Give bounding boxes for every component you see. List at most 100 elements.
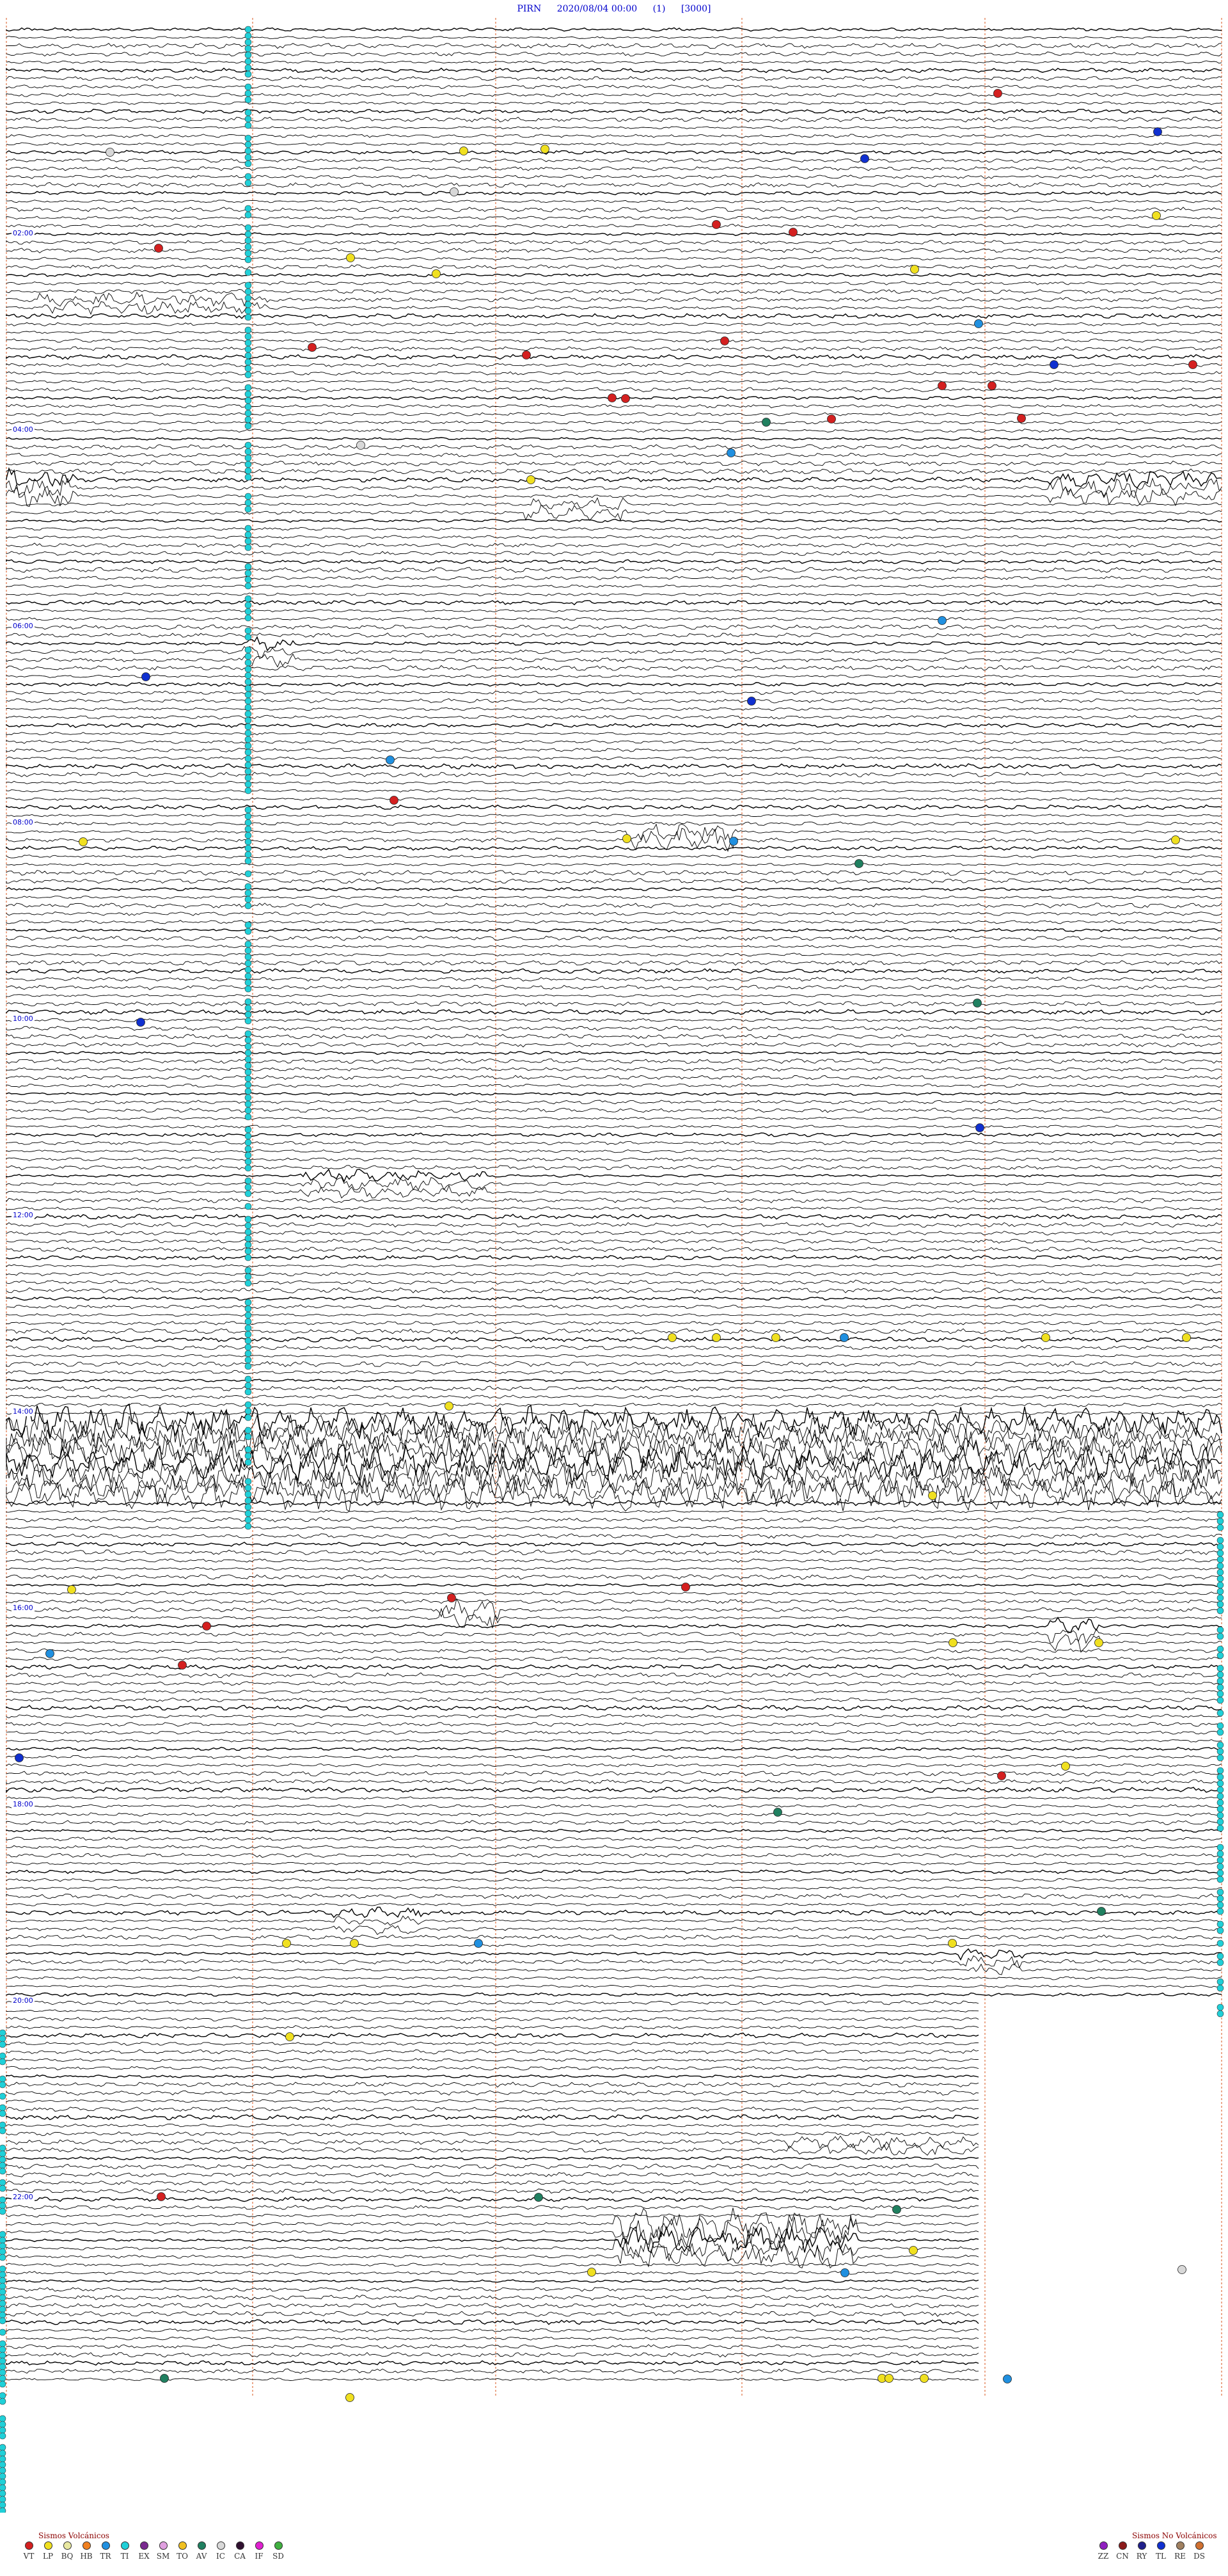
- event-marker[interactable]: [202, 1622, 211, 1631]
- event-marker[interactable]: [727, 448, 736, 457]
- time-mark: [244, 1036, 252, 1044]
- event-marker[interactable]: [993, 89, 1002, 98]
- event-marker[interactable]: [79, 837, 88, 846]
- event-marker[interactable]: [948, 1939, 957, 1948]
- event-marker[interactable]: [1152, 211, 1161, 220]
- event-marker[interactable]: [773, 1808, 782, 1817]
- event-marker[interactable]: [350, 1939, 359, 1948]
- seismic-trace: [6, 2208, 979, 2240]
- event-marker[interactable]: [526, 475, 535, 484]
- event-marker[interactable]: [973, 999, 982, 1007]
- time-mark: [0, 2236, 6, 2244]
- event-marker[interactable]: [712, 1333, 721, 1342]
- event-marker[interactable]: [1177, 2265, 1186, 2274]
- event-marker[interactable]: [920, 2374, 929, 2383]
- event-marker[interactable]: [720, 336, 729, 345]
- time-mark: [0, 2110, 6, 2117]
- event-marker[interactable]: [447, 1593, 456, 1602]
- event-marker[interactable]: [445, 1402, 453, 1410]
- event-marker[interactable]: [729, 837, 738, 846]
- event-marker[interactable]: [840, 2268, 849, 2277]
- event-marker[interactable]: [860, 154, 869, 163]
- event-marker[interactable]: [668, 1333, 677, 1342]
- seismic-trace: [6, 896, 1222, 899]
- event-marker[interactable]: [1094, 1638, 1103, 1647]
- event-marker[interactable]: [136, 1018, 145, 1027]
- event-marker[interactable]: [356, 441, 365, 450]
- event-marker[interactable]: [928, 1491, 937, 1500]
- event-marker[interactable]: [1171, 835, 1180, 844]
- time-mark: [244, 1055, 252, 1063]
- event-marker[interactable]: [854, 859, 863, 868]
- seismic-trace: [6, 412, 1222, 416]
- event-marker[interactable]: [450, 187, 459, 196]
- event-marker[interactable]: [346, 253, 355, 262]
- event-marker[interactable]: [827, 415, 836, 423]
- event-marker[interactable]: [534, 2193, 543, 2202]
- event-marker[interactable]: [67, 1585, 76, 1594]
- event-marker[interactable]: [1041, 1333, 1050, 1342]
- event-marker[interactable]: [997, 1771, 1006, 1780]
- event-marker[interactable]: [909, 2246, 918, 2255]
- event-marker[interactable]: [892, 2205, 901, 2214]
- time-mark: [244, 1407, 252, 1415]
- event-marker[interactable]: [789, 228, 798, 237]
- seismic-trace: [6, 2180, 979, 2186]
- event-marker[interactable]: [345, 2393, 354, 2402]
- event-marker[interactable]: [910, 265, 919, 274]
- event-marker[interactable]: [988, 381, 996, 390]
- event-marker[interactable]: [949, 1638, 957, 1647]
- event-marker[interactable]: [157, 2192, 166, 2201]
- event-marker[interactable]: [1003, 2375, 1012, 2383]
- event-marker[interactable]: [885, 2374, 893, 2383]
- event-marker[interactable]: [432, 269, 441, 278]
- event-marker[interactable]: [1061, 1762, 1070, 1771]
- event-marker[interactable]: [308, 343, 317, 352]
- event-marker[interactable]: [975, 1123, 984, 1132]
- event-marker[interactable]: [762, 418, 771, 427]
- event-marker[interactable]: [622, 834, 631, 843]
- event-marker[interactable]: [608, 393, 617, 402]
- event-marker[interactable]: [587, 2268, 596, 2277]
- event-marker[interactable]: [1153, 127, 1162, 136]
- event-marker[interactable]: [141, 672, 150, 681]
- event-marker[interactable]: [771, 1333, 780, 1342]
- event-marker[interactable]: [974, 319, 983, 328]
- seismic-trace: [6, 863, 1222, 867]
- event-marker[interactable]: [938, 381, 947, 390]
- time-mark: [1216, 1588, 1224, 1595]
- time-mark: [244, 313, 252, 321]
- time-mark: [244, 1433, 252, 1441]
- seismic-trace: [6, 300, 1222, 315]
- event-marker[interactable]: [282, 1939, 291, 1948]
- event-marker[interactable]: [160, 2374, 169, 2383]
- event-marker[interactable]: [747, 697, 756, 706]
- event-marker[interactable]: [15, 1753, 24, 1762]
- time-mark: [244, 953, 252, 961]
- event-marker[interactable]: [540, 145, 549, 154]
- event-marker[interactable]: [178, 1661, 187, 1670]
- seismic-trace: [6, 576, 1222, 580]
- event-marker[interactable]: [459, 146, 468, 155]
- event-marker[interactable]: [386, 755, 395, 764]
- event-marker[interactable]: [106, 148, 114, 157]
- event-marker[interactable]: [621, 394, 630, 403]
- event-marker[interactable]: [154, 244, 163, 253]
- seismic-trace: [6, 797, 1222, 802]
- event-marker[interactable]: [390, 796, 398, 805]
- event-marker[interactable]: [474, 1939, 483, 1948]
- event-marker[interactable]: [1097, 1907, 1106, 1916]
- event-marker[interactable]: [522, 351, 531, 360]
- event-marker[interactable]: [938, 616, 947, 625]
- event-marker[interactable]: [45, 1649, 54, 1658]
- event-marker[interactable]: [1017, 414, 1026, 423]
- event-marker[interactable]: [840, 1333, 849, 1342]
- time-mark: [244, 748, 252, 756]
- event-marker[interactable]: [1188, 360, 1197, 369]
- event-marker[interactable]: [681, 1583, 690, 1592]
- event-marker[interactable]: [285, 2032, 294, 2041]
- event-marker[interactable]: [712, 220, 721, 229]
- seismic-trace: [6, 1517, 1222, 1522]
- event-marker[interactable]: [1182, 1333, 1191, 1342]
- event-marker[interactable]: [1050, 360, 1059, 369]
